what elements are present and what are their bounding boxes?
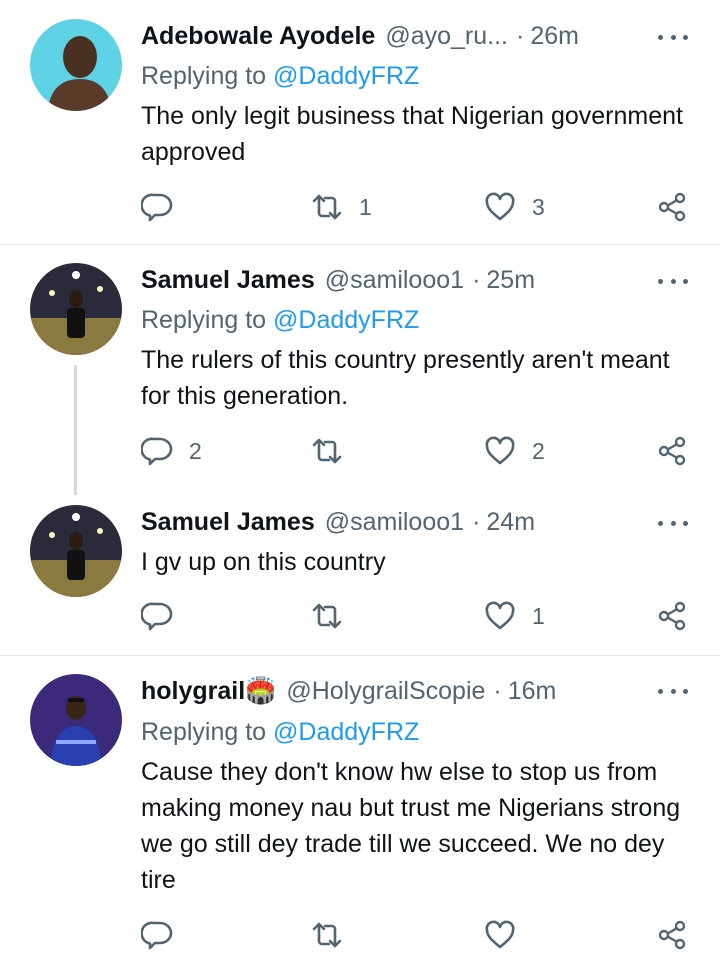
avatar[interactable]	[30, 505, 122, 597]
share-button[interactable]	[656, 915, 688, 955]
tweet-actions	[0, 915, 720, 955]
reply-count: 2	[189, 437, 202, 464]
retweet-icon	[312, 922, 342, 948]
mention-link[interactable]: @DaddyFRZ	[273, 718, 419, 746]
reply-button[interactable]	[141, 596, 189, 636]
share-button[interactable]	[656, 596, 688, 636]
heart-icon	[485, 436, 515, 465]
reply-icon	[141, 921, 173, 950]
avatar[interactable]	[30, 19, 122, 111]
avatar[interactable]	[30, 263, 122, 355]
tweet[interactable]: Samuel James @samilooo1 · 24m I gv up on…	[0, 486, 720, 655]
timestamp[interactable]: 24m	[486, 505, 535, 539]
avatar-image	[30, 505, 122, 597]
retweet-icon	[312, 194, 342, 220]
like-button[interactable]	[484, 915, 532, 955]
share-button[interactable]	[656, 431, 688, 471]
avatar-image	[30, 674, 122, 766]
reply-icon	[141, 602, 173, 631]
reply-button[interactable]: 2	[141, 431, 202, 471]
share-icon	[658, 436, 686, 466]
separator: ·	[472, 266, 481, 294]
author-handle[interactable]: @HolygrailScopie	[286, 674, 485, 708]
author-handle[interactable]: @ayo_ru...	[385, 19, 508, 53]
author-name[interactable]: Samuel James	[141, 263, 315, 297]
separator: ·	[472, 508, 481, 536]
like-button[interactable]: 3	[484, 187, 545, 227]
retweet-button[interactable]	[311, 915, 359, 955]
author-name[interactable]: Samuel James	[141, 505, 315, 539]
tweet[interactable]: Samuel James @samilooo1 · 25m Replying t…	[0, 245, 720, 485]
separator: ·	[515, 22, 525, 50]
tweet-actions: 1 3	[0, 187, 720, 227]
heart-icon	[485, 601, 515, 630]
separator: ·	[493, 677, 502, 705]
retweet-icon	[312, 603, 342, 629]
like-count: 3	[532, 193, 545, 220]
avatar-image	[30, 19, 122, 111]
more-options-icon[interactable]	[658, 513, 688, 533]
retweet-button[interactable]	[311, 596, 359, 636]
thread-connector	[74, 365, 77, 495]
reply-button[interactable]	[141, 915, 189, 955]
reply-icon	[141, 193, 173, 222]
share-icon	[658, 920, 686, 950]
replying-to-label: Replying to	[141, 62, 274, 90]
tweet-text: I gv up on this country	[141, 548, 386, 576]
like-count: 1	[532, 602, 545, 629]
share-icon	[658, 192, 686, 222]
retweet-button[interactable]	[311, 431, 359, 471]
more-options-icon[interactable]	[658, 681, 688, 701]
share-button[interactable]	[656, 187, 688, 227]
replying-to-label: Replying to	[141, 718, 274, 746]
tweet[interactable]: Adebowale Ayodele @ayo_ru... · 26m Reply…	[0, 0, 720, 244]
avatar-image	[30, 263, 122, 355]
replying-to: Replying to @DaddyFRZ	[141, 59, 419, 93]
timestamp[interactable]: 25m	[486, 263, 535, 297]
retweet-count: 1	[359, 193, 372, 220]
timestamp[interactable]: 16m	[508, 674, 557, 708]
reply-icon	[141, 437, 173, 466]
tweet-text: The rulers of this country presently are…	[141, 346, 670, 410]
reply-button[interactable]	[141, 187, 189, 227]
author-handle[interactable]: @samilooo1	[325, 263, 464, 297]
mention-link[interactable]: @DaddyFRZ	[273, 306, 419, 334]
replying-to-label: Replying to	[141, 306, 274, 334]
like-button[interactable]: 2	[484, 431, 545, 471]
replying-to: Replying to @DaddyFRZ	[141, 303, 419, 337]
timestamp[interactable]: 26m	[530, 19, 579, 53]
more-options-icon[interactable]	[658, 271, 688, 291]
tweet[interactable]: holygrail🏟️ @HolygrailScopie · 16m Reply…	[0, 656, 720, 961]
mention-link[interactable]: @DaddyFRZ	[273, 62, 419, 90]
heart-icon	[485, 192, 515, 221]
retweet-icon	[312, 438, 342, 464]
author-name[interactable]: holygrail🏟️	[141, 674, 276, 708]
share-icon	[658, 601, 686, 631]
retweet-button[interactable]: 1	[311, 187, 372, 227]
author-name[interactable]: Adebowale Ayodele	[141, 19, 375, 53]
more-options-icon[interactable]	[658, 27, 688, 47]
tweet-text: Cause they don't know hw else to stop us…	[141, 758, 681, 894]
avatar[interactable]	[30, 674, 122, 766]
like-count: 2	[532, 437, 545, 464]
author-handle[interactable]: @samilooo1	[325, 505, 464, 539]
like-button[interactable]: 1	[484, 596, 545, 636]
replying-to: Replying to @DaddyFRZ	[141, 715, 419, 749]
heart-icon	[485, 920, 515, 949]
tweet-actions: 2 2	[0, 431, 720, 471]
tweet-text: The only legit business that Nigerian go…	[141, 102, 683, 166]
tweet-actions: 1	[0, 596, 720, 636]
